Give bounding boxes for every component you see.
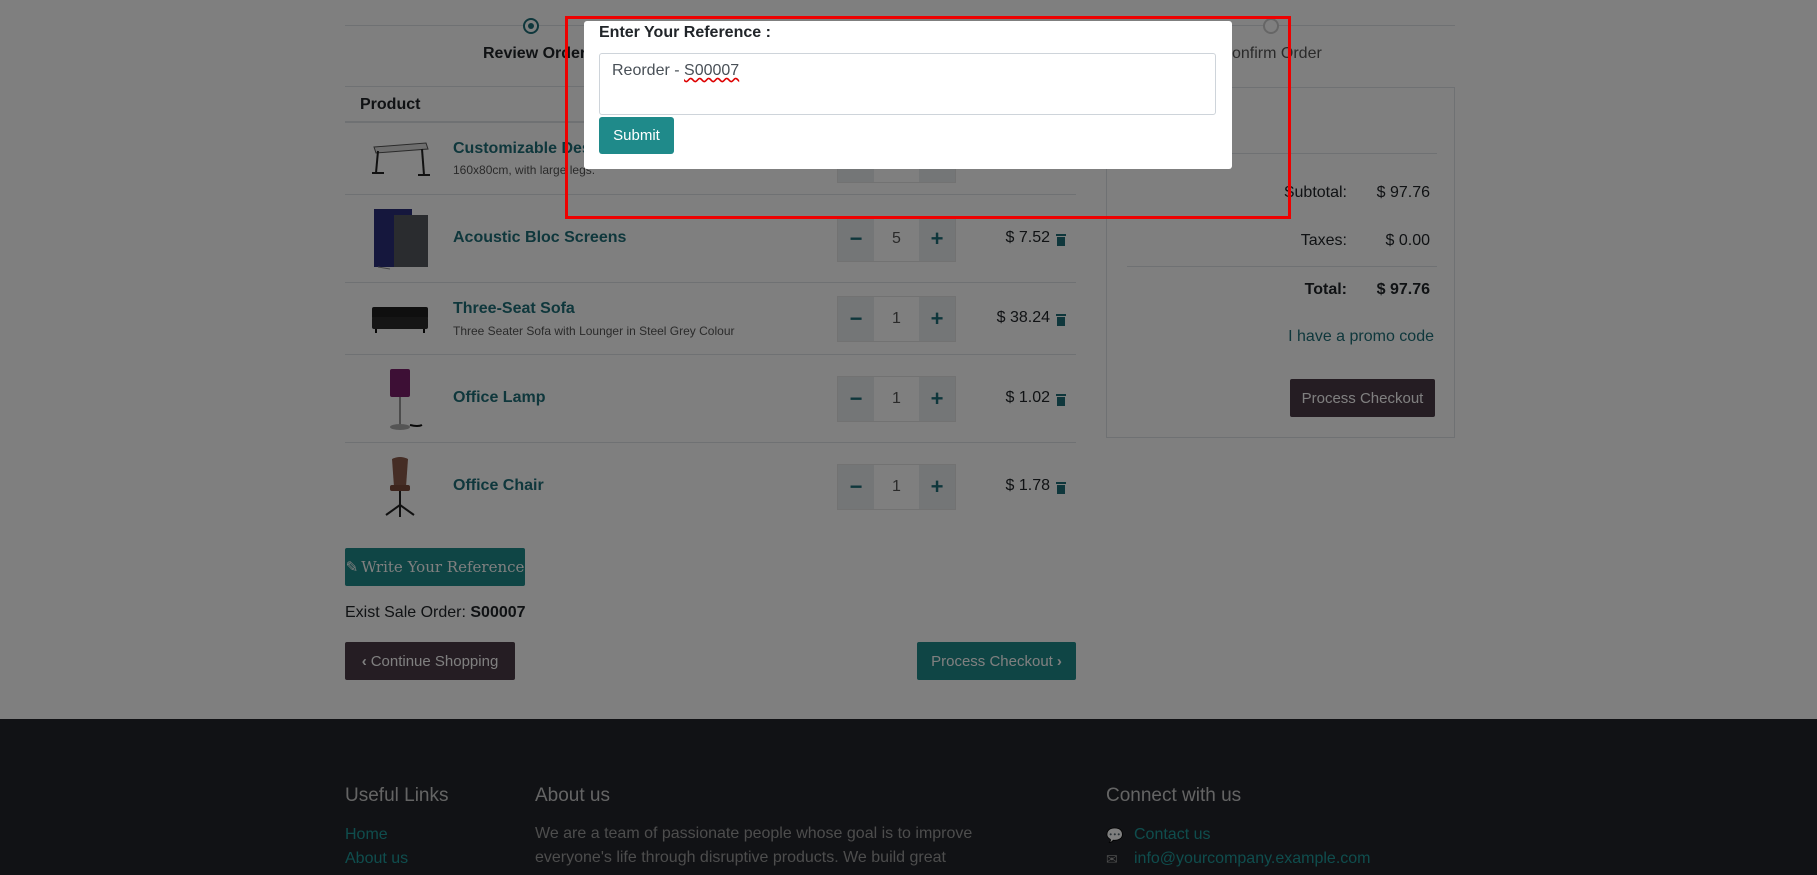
highlight-box xyxy=(565,16,1291,219)
